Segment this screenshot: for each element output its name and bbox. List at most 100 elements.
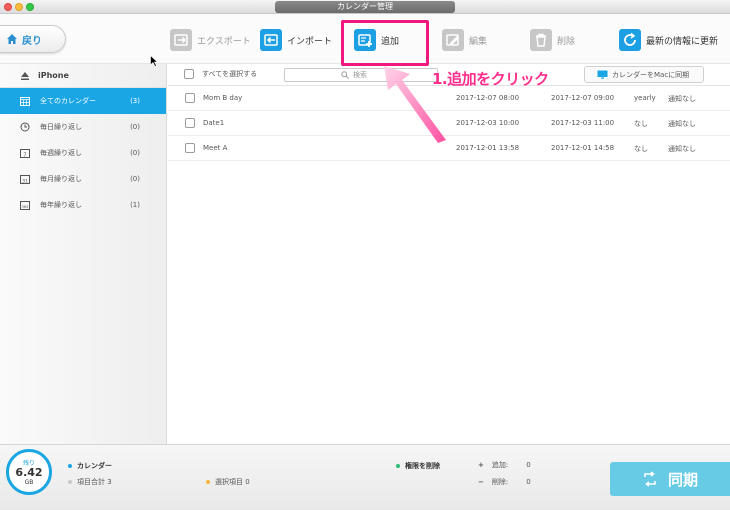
- remove-count-value: 0: [526, 478, 531, 486]
- weekly-7-icon: 7: [20, 149, 30, 159]
- sync-button[interactable]: 同期: [610, 462, 730, 496]
- refresh-label: 最新の情報に更新: [646, 36, 719, 47]
- event-start: 2017-12-07 08:00: [456, 94, 520, 102]
- sidebar-item-count: (3): [130, 97, 140, 105]
- delete-button[interactable]: 削除: [530, 28, 575, 52]
- home-icon: [7, 34, 17, 44]
- sidebar-item-label: 毎年繰り返し: [40, 201, 82, 209]
- sidebar-item-monthly[interactable]: 31 毎月繰り返し (0): [0, 166, 166, 192]
- select-all[interactable]: すべてを選択する: [184, 69, 257, 79]
- calendar-dot: [68, 464, 72, 468]
- legend-selected: 選択項目 0: [206, 477, 250, 487]
- delete-permission-dot: [396, 464, 400, 468]
- footer: 残り 6.42 GB カレンダー 項目合計 3 選択項目 0 権限を削除 + 追…: [0, 444, 730, 510]
- import-button[interactable]: インポート: [260, 28, 332, 52]
- device-row[interactable]: iPhone: [0, 64, 166, 88]
- selected-dot: [206, 480, 210, 484]
- event-end: 2017-12-01 14:58: [551, 144, 615, 152]
- sync-label: 同期: [667, 470, 698, 489]
- trash-icon: [530, 29, 552, 51]
- export-icon: [170, 29, 192, 51]
- monitor-sync-icon: [597, 70, 608, 79]
- event-repeat: yearly: [634, 94, 656, 102]
- export-button[interactable]: エクスポート: [170, 28, 251, 52]
- event-start: 2017-12-01 13:58: [456, 144, 520, 152]
- remove-count: − 削除: 0: [478, 477, 531, 487]
- svg-text:7: 7: [23, 153, 26, 159]
- import-icon: [260, 29, 282, 51]
- select-all-checkbox[interactable]: [184, 69, 194, 79]
- sidebar-item-count: (0): [130, 123, 140, 131]
- event-repeat: なし: [634, 145, 648, 153]
- legend-delete-permission: 権限を削除: [396, 461, 440, 471]
- sidebar-item-yearly[interactable]: 365 毎年繰り返し (1): [0, 192, 166, 218]
- sidebar-item-count: (0): [130, 149, 140, 157]
- mouse-cursor-icon: [150, 55, 158, 67]
- add-count-label: 追加:: [491, 461, 509, 469]
- title-bar: カレンダー管理: [0, 0, 730, 14]
- sync-icon: [644, 471, 656, 487]
- eject-icon[interactable]: [20, 71, 30, 81]
- event-name: Date1: [203, 119, 225, 127]
- search-placeholder: 検索: [353, 71, 367, 79]
- event-alert: 通知なし: [668, 95, 696, 103]
- total-label: 項目合計 3: [77, 478, 112, 486]
- edit-label: 編集: [469, 36, 488, 47]
- annotation-text: 1.追加をクリック: [432, 70, 549, 88]
- sidebar-item-label: 毎週繰り返し: [40, 149, 82, 157]
- selected-label: 選択項目 0: [215, 478, 250, 486]
- event-name: Mom B day: [203, 94, 243, 102]
- delete-label: 削除: [557, 36, 576, 47]
- sidebar-item-daily[interactable]: 毎日繰り返し (0): [0, 114, 166, 140]
- svg-text:365: 365: [22, 205, 29, 209]
- import-label: インポート: [287, 36, 333, 47]
- event-end: 2017-12-07 09:00: [551, 94, 615, 102]
- row-checkbox[interactable]: [185, 118, 195, 128]
- sync-to-mac-button[interactable]: カレンダーをMacに同期: [584, 66, 704, 83]
- svg-text:31: 31: [22, 179, 28, 185]
- window-close-button[interactable]: [4, 3, 12, 11]
- refresh-button[interactable]: 最新の情報に更新: [619, 28, 718, 52]
- search-icon: [341, 71, 349, 79]
- edit-icon: [442, 29, 464, 51]
- remove-count-label: 削除:: [491, 478, 509, 486]
- window-minimize-button[interactable]: [15, 3, 23, 11]
- legend-calendar: カレンダー: [68, 461, 112, 471]
- refresh-icon: [619, 29, 641, 51]
- sidebar-item-label: 毎日繰り返し: [40, 123, 82, 131]
- add-highlight-box: [341, 20, 429, 66]
- sidebar-item-count: (0): [130, 175, 140, 183]
- event-repeat: なし: [634, 120, 648, 128]
- export-label: エクスポート: [197, 36, 251, 47]
- sidebar-item-label: 全てのカレンダー: [40, 97, 96, 105]
- sidebar-item-count: (1): [130, 201, 140, 209]
- add-count: + 追加: 0: [478, 460, 531, 470]
- event-end: 2017-12-03 11:00: [551, 119, 615, 127]
- row-checkbox[interactable]: [185, 143, 195, 153]
- event-start: 2017-12-03 10:00: [456, 119, 520, 127]
- minus-icon: −: [478, 478, 484, 486]
- storage-unit: GB: [24, 479, 34, 486]
- sidebar: iPhone 全てのカレンダー (3) 毎日繰り返し (0) 7 毎週繰り返し …: [0, 64, 167, 444]
- delete-permission-label: 権限を削除: [405, 462, 440, 470]
- event-alert: 通知なし: [668, 120, 696, 128]
- sidebar-item-label: 毎月繰り返し: [40, 175, 82, 183]
- back-button[interactable]: 戻り: [0, 25, 66, 53]
- sidebar-item-weekly[interactable]: 7 毎週繰り返し (0): [0, 140, 166, 166]
- storage-gauge: 残り 6.42 GB: [6, 449, 52, 495]
- add-count-value: 0: [526, 461, 531, 469]
- sync-to-mac-label: カレンダーをMacに同期: [612, 70, 690, 79]
- monthly-31-icon: 31: [20, 175, 30, 185]
- window-maximize-button[interactable]: [26, 3, 34, 11]
- sidebar-item-all-calendars[interactable]: 全てのカレンダー (3): [0, 88, 166, 114]
- edit-button[interactable]: 編集: [442, 28, 487, 52]
- plus-icon: +: [478, 461, 484, 469]
- select-all-label: すべてを選択する: [202, 70, 258, 78]
- legend-total: 項目合計 3: [68, 477, 112, 487]
- window-title: カレンダー管理: [275, 1, 455, 13]
- daily-repeat-icon: [20, 122, 30, 132]
- event-name: Meet A: [203, 144, 228, 152]
- event-alert: 通知なし: [668, 145, 696, 153]
- row-checkbox[interactable]: [185, 93, 195, 103]
- total-dot: [68, 480, 72, 484]
